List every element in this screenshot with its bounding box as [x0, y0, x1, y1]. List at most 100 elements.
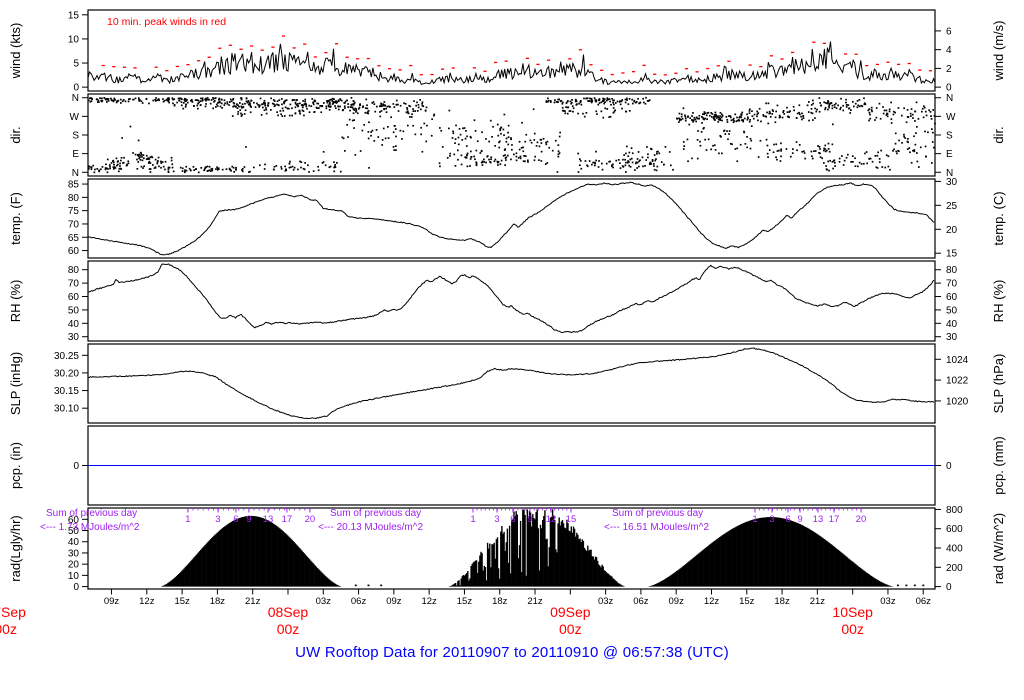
y-tick-label: 10 [68, 34, 80, 45]
wind-dir-dot [115, 157, 118, 160]
wind-dir-dot [743, 130, 745, 133]
wind-dir-dot [624, 158, 626, 161]
peak-wind-mark [228, 44, 232, 46]
x-tick-label: 12z [704, 596, 720, 607]
wind-dir-dot [605, 99, 608, 102]
wind-dir-dot [910, 115, 912, 117]
wind-dir-dot [827, 160, 829, 163]
wind-dir-dot [642, 97, 644, 100]
wind-dir-dot [748, 110, 751, 112]
hour-ruler-label: 15 [566, 514, 577, 525]
wind-dir-dot [337, 108, 340, 111]
date-label: 00z [841, 621, 864, 637]
wind-dir-dot [869, 157, 872, 160]
wind-dir-dot [361, 129, 364, 132]
wind-dir-dot [595, 110, 598, 113]
wind-dir-dot [819, 156, 822, 158]
wind-dir-dot [569, 100, 572, 103]
wind-dir-dot [660, 161, 663, 163]
wind-dir-dot [557, 144, 560, 146]
wind-dir-dot [449, 155, 451, 157]
wind-dir-dot [850, 161, 852, 163]
wind-dir-dot [88, 165, 90, 168]
wind-dir-dot [312, 103, 315, 106]
wind-dir-dot [505, 137, 508, 140]
wind-dir-dot [351, 119, 354, 122]
wind-dir-dot [265, 108, 268, 111]
wind-dir-dot [493, 160, 496, 163]
wind-dir-dot [397, 110, 400, 112]
wind-dir-dot [898, 139, 900, 142]
wind-dir-dot [298, 109, 301, 112]
wind-dir-dot [289, 160, 291, 163]
x-tick-label: 09z [386, 596, 402, 607]
wind-dir-dot [502, 128, 505, 131]
wind-dir-dot [160, 162, 163, 164]
wind-dir-dot [540, 142, 543, 144]
wind-dir-dot [101, 166, 104, 168]
wind-dir-dot [852, 161, 854, 163]
wind-dir-dot [158, 99, 160, 102]
wind-dir-dot [540, 160, 543, 162]
wind-dir-dot [197, 171, 200, 174]
wind-dir-dot [496, 123, 499, 126]
wind-dir-dot [262, 106, 264, 109]
wind-dir-dot [349, 106, 352, 108]
wind-dir-dot [767, 122, 770, 125]
peak-wind-mark [366, 57, 370, 60]
panel-wind: 0 5 10 15 0 2 4 6 wind (kts) wind (m/s) 10 min. pe… [8, 9, 1006, 94]
wind-dir-dot [180, 101, 183, 103]
wind-dir-dot [120, 159, 122, 162]
wind-dir-dot [881, 166, 884, 168]
wind-dir-dot [758, 107, 761, 110]
wind-dir-dot [748, 112, 751, 114]
wind-dir-dot [341, 109, 344, 112]
wind-dir-dot [828, 150, 831, 153]
wind-dir-dot [695, 116, 698, 119]
wind-dir-dot [264, 104, 266, 107]
y-tick-label: 600 [946, 524, 963, 535]
wind-dir-dot [237, 113, 239, 115]
wind-dir-dot [705, 149, 708, 151]
peak-wind-mark [610, 73, 614, 76]
wind-dir-dot [895, 150, 898, 153]
wind-dir-dot [682, 107, 685, 110]
wind-dir-dot [931, 128, 933, 130]
peak-wind-mark [547, 59, 551, 61]
wind-dir-dot [113, 168, 115, 170]
wind-dir-dot [824, 148, 826, 150]
wind-dir-dot [866, 162, 868, 165]
wind-dir-dot [136, 154, 139, 156]
date-label: 09Sep [550, 604, 591, 620]
axis-title-left: dir. [8, 126, 23, 143]
wind-dir-dot [818, 110, 821, 113]
wind-dir-dot [476, 140, 479, 143]
wind-dir-dot [628, 161, 630, 163]
peak-wind-mark [791, 51, 795, 54]
wind-dir-dot [465, 130, 467, 132]
wind-dir-dot [122, 162, 124, 164]
wind-dir-dot [224, 102, 226, 105]
wind-dir-dot [145, 154, 148, 157]
wind-dir-dot [154, 158, 157, 161]
wind-dir-dot [890, 118, 893, 120]
radiation-speck [367, 584, 370, 587]
wind-dir-dot [854, 165, 857, 167]
wind-dir-dot [258, 104, 261, 107]
wind-dir-dot [466, 135, 468, 138]
wind-dir-dot [600, 101, 603, 104]
wind-dir-dot [568, 110, 571, 112]
peak-wind-mark [504, 60, 508, 62]
wind-dir-dot [580, 167, 583, 170]
wind-dir-dot [749, 147, 752, 150]
panel-rad: 01020304050600200400600800rad(Lgly/hr) ra… [8, 505, 1006, 593]
wind-dir-dot [630, 147, 633, 149]
wind-dir-dot [686, 138, 689, 141]
wind-dir-dot [725, 116, 728, 118]
wind-dir-dot [327, 100, 330, 103]
wind-dir-dot [182, 107, 185, 110]
wind-dir-dot [505, 156, 508, 159]
wind-dir-dot [379, 111, 381, 113]
wind-dir-dot [748, 108, 751, 111]
wind-dir-dot [795, 141, 798, 143]
